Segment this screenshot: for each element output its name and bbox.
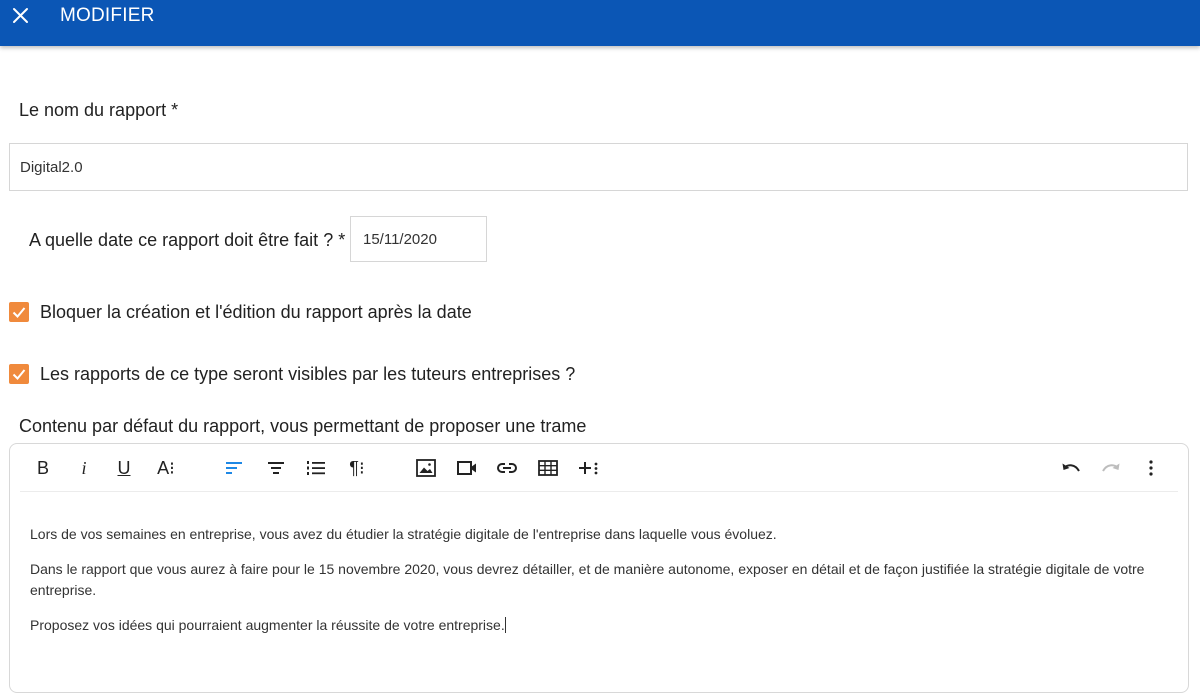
block-after-date-label: Bloquer la création et l'édition du rapp…: [40, 301, 472, 322]
insert-more-button[interactable]: [577, 456, 601, 480]
editor-paragraph-text: Proposez vos idées qui pourraient augmen…: [30, 617, 505, 633]
default-content-label: Contenu par défaut du rapport, vous perm…: [19, 416, 587, 436]
italic-icon: i: [81, 457, 87, 478]
block-after-date-checkbox[interactable]: [9, 302, 29, 322]
insert-link-button[interactable]: [496, 456, 518, 480]
editor-paragraph: Dans le rapport que vous aurez à faire p…: [30, 561, 1145, 598]
link-icon: [497, 463, 517, 473]
align-left-icon: [226, 462, 242, 474]
undo-icon: [1062, 463, 1080, 472]
video-icon: [457, 461, 476, 475]
underline-button[interactable]: U: [114, 456, 134, 480]
report-date-label: A quelle date ce rapport doit être fait …: [29, 230, 346, 250]
more-vertical-icon: [1149, 460, 1153, 476]
underline-icon: U: [117, 457, 131, 478]
font-style-button[interactable]: A⁝: [155, 456, 177, 480]
report-name-label: Le nom du rapport *: [19, 100, 179, 120]
visible-to-tutors-checkbox[interactable]: [9, 364, 29, 384]
block-after-date-row: Bloquer la création et l'édition du rapp…: [9, 301, 472, 323]
editor-content[interactable]: Lors de vos semaines en entreprise, vous…: [30, 524, 1160, 650]
paragraph-button[interactable]: ¶⁝: [346, 456, 368, 480]
bold-icon: B: [36, 457, 49, 478]
checkmark-icon: [12, 369, 26, 380]
undo-button[interactable]: [1060, 456, 1082, 480]
bold-button[interactable]: B: [35, 456, 51, 480]
insert-table-button[interactable]: [537, 456, 559, 480]
image-icon: [416, 459, 436, 477]
toolbar-divider: [20, 491, 1178, 492]
report-name-input[interactable]: [9, 143, 1188, 191]
table-icon: [538, 460, 558, 476]
rich-text-editor: B i U A⁝ ¶⁝ Lors de vos semaines en entr…: [9, 443, 1189, 693]
report-date-input[interactable]: [350, 216, 487, 262]
more-options-button[interactable]: [1141, 456, 1161, 480]
visible-to-tutors-row: Les rapports de ce type seront visibles …: [9, 363, 575, 385]
plus-more-icon: [579, 462, 598, 475]
font-style-icon: A⁝: [157, 457, 175, 478]
text-caret: [504, 617, 506, 633]
italic-button[interactable]: i: [76, 456, 92, 480]
close-icon[interactable]: [8, 3, 34, 29]
editor-toolbar: B i U A⁝ ¶⁝: [10, 444, 1188, 491]
editor-paragraph: Lors de vos semaines en entreprise, vous…: [30, 526, 777, 542]
redo-button[interactable]: [1100, 456, 1122, 480]
checkmark-icon: [12, 307, 26, 318]
redo-icon: [1102, 463, 1120, 472]
paragraph-icon: ¶⁝: [349, 457, 365, 478]
insert-video-button[interactable]: [456, 456, 478, 480]
top-app-bar: MODIFIER: [0, 0, 1200, 46]
visible-to-tutors-label: Les rapports de ce type seront visibles …: [40, 363, 576, 384]
insert-image-button[interactable]: [415, 456, 437, 480]
align-center-icon: [268, 462, 284, 474]
align-center-button[interactable]: [266, 456, 286, 480]
ordered-list-button[interactable]: [306, 456, 326, 480]
page-title: MODIFIER: [60, 5, 155, 26]
ordered-list-icon: [307, 461, 325, 475]
editor-paragraph-last: Proposez vos idées qui pourraient augmen…: [30, 615, 1160, 636]
align-left-button[interactable]: [224, 456, 244, 480]
